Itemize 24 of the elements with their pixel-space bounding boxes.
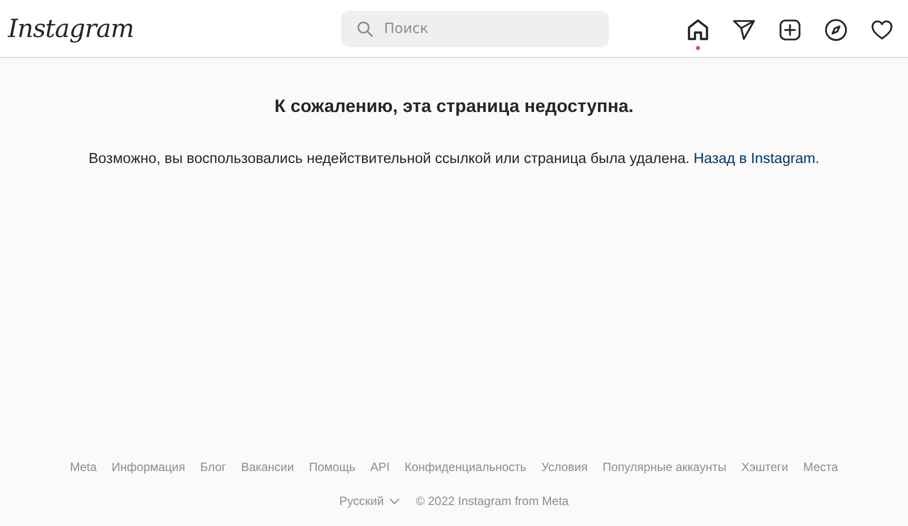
copyright: © 2022 Instagram from Meta	[416, 494, 569, 508]
chevron-down-icon	[388, 498, 400, 504]
footer-link[interactable]: Блог	[200, 460, 226, 474]
plus-icon	[778, 18, 802, 42]
footer-link[interactable]: Помощь	[308, 460, 356, 474]
heart-icon	[870, 18, 894, 42]
footer-link[interactable]: Популярные аккаунты	[602, 460, 726, 474]
search-field[interactable]: Поиск	[341, 10, 609, 46]
footer-link[interactable]: Информация	[112, 460, 186, 474]
compass-icon	[824, 18, 848, 42]
footer-link[interactable]: API	[370, 460, 390, 474]
footer-link[interactable]: Meta	[70, 460, 97, 474]
footer-link[interactable]: Конфиденциальность	[404, 460, 526, 474]
footer-link[interactable]: Хэштеги	[741, 460, 788, 474]
error-title: К сожалению, эта страница недоступна.	[274, 96, 634, 117]
footer-link[interactable]: Вакансии	[241, 460, 294, 474]
footer-link[interactable]: Условия	[541, 460, 588, 474]
footer-link[interactable]: Места	[803, 460, 838, 474]
home-icon	[686, 18, 710, 42]
paper-plane-icon	[732, 18, 756, 42]
error-message: Возможно, вы воспользовались недействительной ссылкой или страница была удалена. Назад в Instagram.	[88, 151, 820, 167]
language-select[interactable]: Русский	[339, 494, 400, 508]
back-link[interactable]: Назад в Instagram.	[694, 151, 820, 167]
logo[interactable]: Instagram	[8, 14, 341, 43]
